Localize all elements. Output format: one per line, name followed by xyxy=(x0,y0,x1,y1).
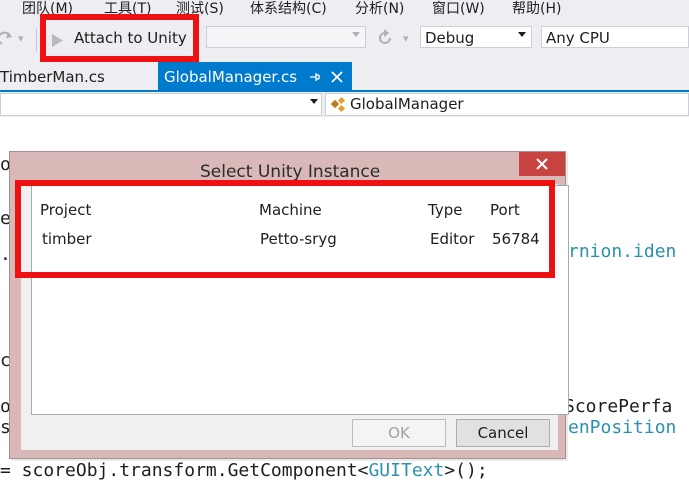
platform-value: Any CPU xyxy=(546,29,610,47)
chevron-down-icon xyxy=(310,99,318,104)
platform-dropdown[interactable]: Any CPU xyxy=(541,26,689,48)
tab-globalmanager[interactable]: GlobalManager.cs xyxy=(158,62,352,92)
code-fragment: ScorePerfa xyxy=(564,396,673,417)
chevron-down-icon xyxy=(352,32,360,37)
dialog-close-button[interactable] xyxy=(519,152,565,176)
code-fragment: rnion.iden xyxy=(568,241,677,262)
dialog-title: Select Unity Instance xyxy=(200,162,381,182)
class-selector-value: GlobalManager xyxy=(350,95,464,113)
navigation-bar: GlobalManager xyxy=(0,92,689,117)
menu-architecture[interactable]: 体系结构(C) xyxy=(250,0,327,18)
tab-timberman[interactable]: TimberMan.cs xyxy=(0,62,158,92)
refresh-icon[interactable] xyxy=(376,29,394,47)
class-icon xyxy=(331,97,346,113)
menu-window[interactable]: 窗口(W) xyxy=(432,0,485,18)
toolbar-separator xyxy=(36,28,37,52)
configuration-value: Debug xyxy=(425,29,475,47)
chevron-down-icon xyxy=(518,32,526,37)
menu-help[interactable]: 帮助(H) xyxy=(512,0,561,18)
redo-dropdown-icon[interactable]: ▾ xyxy=(18,32,24,45)
project-dropdown[interactable] xyxy=(0,93,322,116)
menu-analyze[interactable]: 分析(N) xyxy=(355,0,404,18)
redo-icon[interactable] xyxy=(0,30,14,50)
type-dropdown[interactable]: GlobalManager xyxy=(325,93,689,116)
close-icon xyxy=(536,158,548,170)
annotation-box-attach xyxy=(40,14,199,62)
configuration-dropdown[interactable]: Debug xyxy=(420,26,532,48)
cancel-button[interactable]: Cancel xyxy=(456,419,550,447)
pin-icon[interactable] xyxy=(308,71,320,83)
annotation-box-instance xyxy=(15,180,555,278)
code-fragment: enPosition xyxy=(568,417,677,438)
close-icon[interactable] xyxy=(331,71,343,83)
tab-label: TimberMan.cs xyxy=(0,68,105,86)
document-tab-strip: TimberMan.cs GlobalManager.cs xyxy=(0,60,689,92)
refresh-dropdown-icon[interactable]: ▾ xyxy=(403,32,409,45)
ok-button[interactable]: OK xyxy=(352,419,446,447)
tab-label: GlobalManager.cs xyxy=(164,68,298,86)
debug-target-dropdown[interactable] xyxy=(206,26,366,48)
